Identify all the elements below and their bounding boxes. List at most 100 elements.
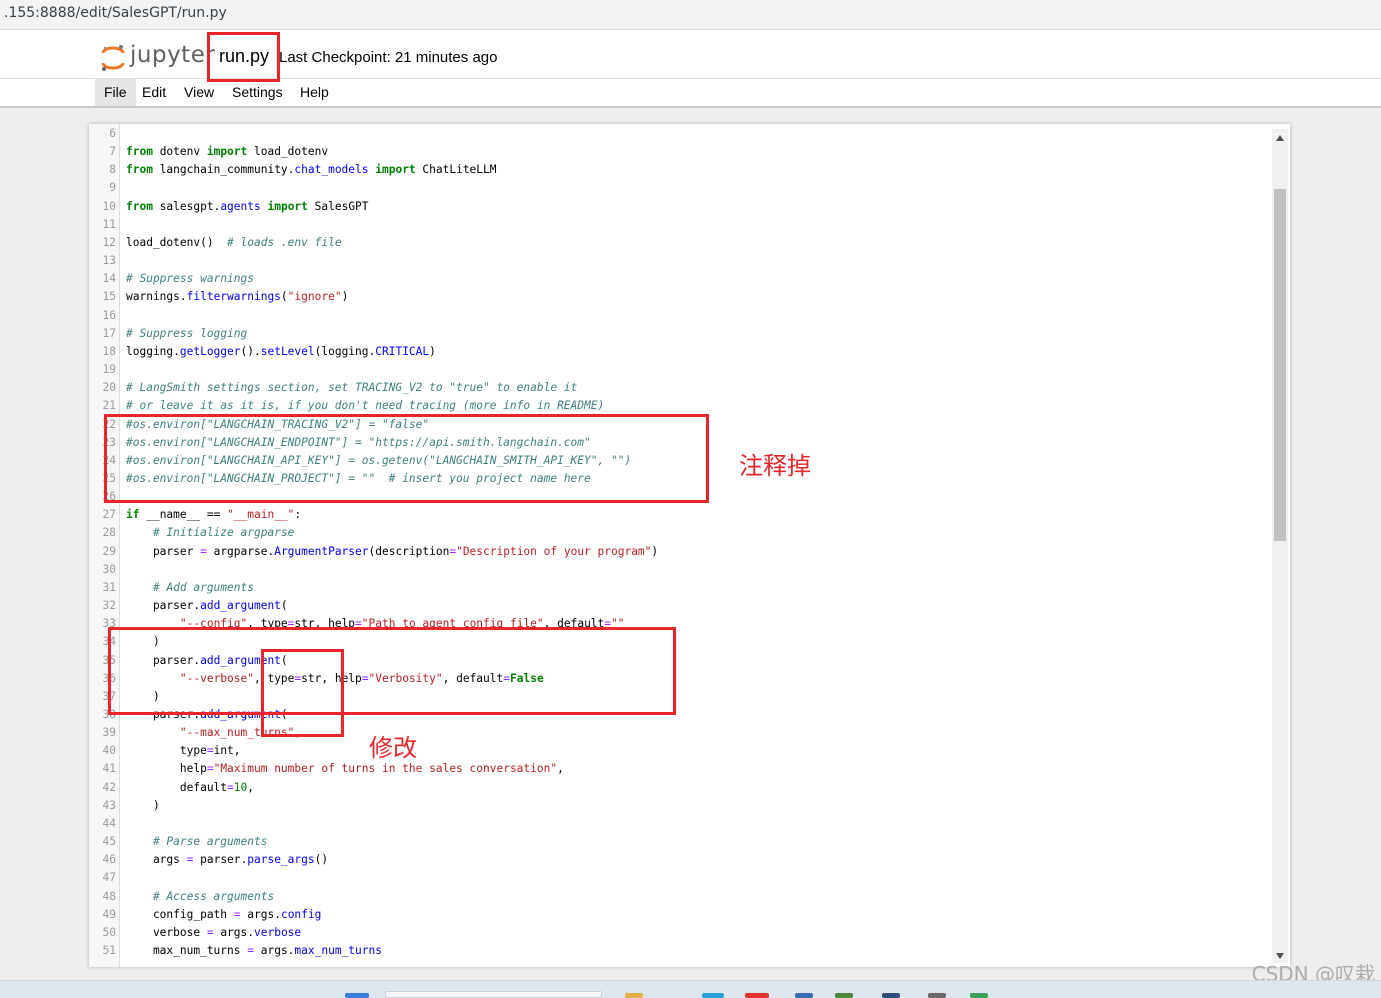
code-line[interactable]: 46 args = parser.parse_args() <box>89 851 1269 869</box>
start-icon[interactable] <box>345 993 369 998</box>
code-line[interactable]: 20 # LangSmith settings section, set TRAC… <box>89 379 1269 397</box>
code-text[interactable]: load_dotenv() # loads .env file <box>126 234 342 252</box>
line-number: 10 <box>102 199 116 213</box>
code-text[interactable]: # Access arguments <box>126 888 274 906</box>
code-line[interactable]: 18 logging.getLogger().setLevel(logging.C… <box>89 343 1269 361</box>
line-number: 29 <box>102 544 116 558</box>
code-text[interactable]: args = parser.parse_args() <box>126 851 328 869</box>
code-line[interactable]: 12 load_dotenv() # loads .env file <box>89 234 1269 252</box>
highlight-box-verbose-arg <box>108 627 676 715</box>
code-text[interactable]: warnings.filterwarnings("ignore") <box>126 288 348 306</box>
code-line[interactable]: 8 from langchain_community.chat_models im… <box>89 161 1269 179</box>
code-text[interactable]: # Suppress logging <box>126 325 247 343</box>
code-line[interactable]: 16 <box>89 307 1269 325</box>
jupyter-logo-icon <box>101 45 125 71</box>
line-number: 28 <box>102 526 116 540</box>
code-line[interactable]: 51 max_num_turns = args.max_num_turns <box>89 942 1269 960</box>
code-line[interactable]: 15 warnings.filterwarnings("ignore") <box>89 288 1269 306</box>
last-checkpoint: Last Checkpoint: 21 minutes ago <box>279 49 498 66</box>
code-text[interactable]: help="Maximum number of turns in the sal… <box>126 760 564 778</box>
code-text[interactable]: # Suppress warnings <box>126 270 254 288</box>
code-text[interactable]: ) <box>126 797 160 815</box>
scroll-up-arrow-icon[interactable] <box>1276 135 1284 141</box>
menu-help[interactable]: Help <box>291 79 338 106</box>
code-line[interactable]: 27 if __name__ == "__main__": <box>89 506 1269 524</box>
taskbar-app-icon[interactable] <box>928 993 946 998</box>
code-line[interactable]: 48 # Access arguments <box>89 888 1269 906</box>
editor-scrollbar[interactable] <box>1272 129 1288 963</box>
code-text[interactable]: from salesgpt.agents import SalesGPT <box>126 198 369 216</box>
code-line[interactable]: 14 # Suppress warnings <box>89 270 1269 288</box>
menu-edit[interactable]: Edit <box>133 79 175 106</box>
browser-address-bar[interactable]: .155:8888/edit/SalesGPT/run.py <box>0 0 1381 30</box>
menu-settings[interactable]: Settings <box>223 79 292 106</box>
code-line[interactable]: 45 # Parse arguments <box>89 833 1269 851</box>
code-text[interactable]: parser = argparse.ArgumentParser(descrip… <box>126 543 658 561</box>
code-line[interactable]: 29 parser = argparse.ArgumentParser(desc… <box>89 543 1269 561</box>
code-line[interactable]: 43 ) <box>89 797 1269 815</box>
line-number: 12 <box>102 235 116 249</box>
url-text[interactable]: .155:8888/edit/SalesGPT/run.py <box>4 5 227 21</box>
code-line[interactable]: 31 # Add arguments <box>89 579 1269 597</box>
jupyter-logo-text: jupyter <box>130 42 216 68</box>
line-number: 18 <box>102 344 116 358</box>
code-text[interactable]: logging.getLogger().setLevel(logging.CRI… <box>126 343 436 361</box>
taskbar-app-icon[interactable] <box>882 993 900 998</box>
scrollbar-thumb[interactable] <box>1274 189 1286 541</box>
code-text[interactable]: # Add arguments <box>126 579 254 597</box>
line-number: 15 <box>102 290 116 304</box>
code-text[interactable]: # Parse arguments <box>126 833 268 851</box>
code-line[interactable]: 7 from dotenv import load_dotenv <box>89 143 1269 161</box>
code-text[interactable]: # LangSmith settings section, set TRACIN… <box>126 379 577 397</box>
code-text[interactable]: parser.add_argument( <box>126 597 288 615</box>
code-text[interactable]: config_path = args.config <box>126 906 321 924</box>
line-number: 13 <box>102 254 116 268</box>
code-line[interactable]: 44 <box>89 815 1269 833</box>
taskbar-app-icon[interactable] <box>970 993 988 998</box>
code-text[interactable]: # or leave it as it is, if you don't nee… <box>126 397 604 415</box>
line-number: 11 <box>102 217 116 231</box>
code-line[interactable]: 30 <box>89 561 1269 579</box>
code-line[interactable]: 50 verbose = args.verbose <box>89 924 1269 942</box>
code-text[interactable]: type=int, <box>126 742 241 760</box>
jupyter-logo[interactable]: jupyter <box>100 42 220 74</box>
line-number: 41 <box>102 762 116 776</box>
code-line[interactable]: 49 config_path = args.config <box>89 906 1269 924</box>
code-text[interactable]: if __name__ == "__main__": <box>126 506 301 524</box>
code-line[interactable]: 17 # Suppress logging <box>89 325 1269 343</box>
code-line[interactable]: 13 <box>89 252 1269 270</box>
code-text[interactable]: default=10, <box>126 779 254 797</box>
code-line[interactable]: 41 help="Maximum number of turns in the … <box>89 760 1269 778</box>
code-text[interactable]: from langchain_community.chat_models imp… <box>126 161 497 179</box>
line-number: 42 <box>102 780 116 794</box>
code-text[interactable]: from dotenv import load_dotenv <box>126 143 328 161</box>
line-number: 8 <box>109 163 116 177</box>
menu-bar: File Edit View Settings Help <box>0 79 1381 108</box>
taskbar-app-icon[interactable] <box>795 993 813 998</box>
code-text[interactable]: verbose = args.verbose <box>126 924 301 942</box>
code-text[interactable]: # Initialize argparse <box>126 524 294 542</box>
code-line[interactable]: 32 parser.add_argument( <box>89 597 1269 615</box>
taskbar-app-icon[interactable] <box>702 993 724 998</box>
code-line[interactable]: 10 from salesgpt.agents import SalesGPT <box>89 198 1269 216</box>
line-number: 50 <box>102 925 116 939</box>
code-line[interactable]: 9 <box>89 179 1269 197</box>
taskbar-app-icon[interactable] <box>835 993 853 998</box>
os-taskbar <box>0 980 1381 998</box>
code-text[interactable]: max_num_turns = args.max_num_turns <box>126 942 382 960</box>
code-line[interactable]: 47 <box>89 869 1269 887</box>
line-number: 39 <box>102 726 116 740</box>
menu-view[interactable]: View <box>175 79 223 106</box>
code-line[interactable]: 11 <box>89 216 1269 234</box>
code-line[interactable]: 40 type=int, <box>89 742 1269 760</box>
code-line[interactable]: 42 default=10, <box>89 779 1269 797</box>
code-line[interactable]: 21 # or leave it as it is, if you don't n… <box>89 397 1269 415</box>
menu-file[interactable]: File <box>95 79 136 106</box>
taskbar-app-icon[interactable] <box>745 993 769 998</box>
line-number: 30 <box>102 562 116 576</box>
code-line[interactable]: 28 # Initialize argparse <box>89 524 1269 542</box>
code-editor[interactable]: 6 7 from dotenv import load_dotenv 8 from la… <box>89 124 1290 967</box>
code-line[interactable]: 19 <box>89 361 1269 379</box>
code-line[interactable]: 6 <box>89 125 1269 143</box>
taskbar-app-icon[interactable] <box>625 993 643 998</box>
